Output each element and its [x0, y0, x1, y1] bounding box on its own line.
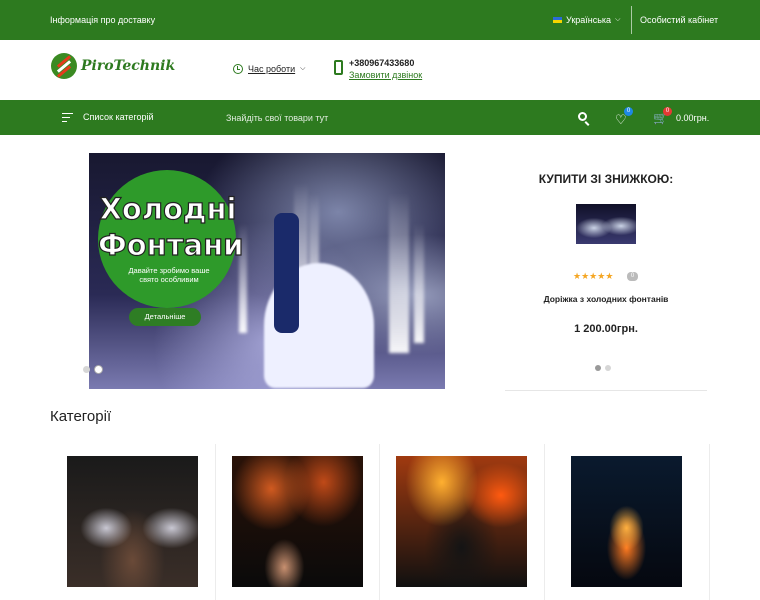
- nav-bar: Список категорій: [0, 100, 760, 135]
- language-label: Українська: [566, 15, 612, 25]
- divider: [505, 390, 707, 391]
- search-icon[interactable]: [578, 112, 587, 121]
- ukraine-flag-icon: [553, 17, 562, 23]
- divider: [631, 6, 632, 34]
- banner-title: Холодні Фонтани: [97, 191, 244, 262]
- sale-product-image[interactable]: [576, 204, 636, 244]
- cart-count-badge: 0: [663, 107, 672, 116]
- sale-product-price: 1 200.00грн.: [574, 323, 638, 335]
- cart-total[interactable]: 0.00грн.: [676, 113, 709, 123]
- fountain-spark: [389, 193, 409, 353]
- category-card[interactable]: [380, 444, 545, 600]
- star-icon: ★: [581, 271, 590, 281]
- category-image[interactable]: [396, 456, 527, 587]
- working-hours-label: Час роботи: [248, 64, 296, 74]
- callback-link[interactable]: Замовити дзвінок: [349, 70, 422, 80]
- category-card[interactable]: [545, 444, 710, 600]
- language-selector[interactable]: Українська ⌵: [553, 15, 620, 25]
- rating-stars: ★★★★★: [573, 271, 613, 282]
- star-icon: ★: [573, 271, 582, 281]
- phone-number[interactable]: +380967433680: [349, 58, 414, 68]
- chevron-down-icon: ⌵: [300, 65, 306, 72]
- review-count-badge: 0: [627, 272, 638, 281]
- wishlist-count-badge: 0: [624, 107, 633, 116]
- banner-slide-dot-1[interactable]: [83, 366, 90, 373]
- sale-slide-dot-1[interactable]: [595, 365, 601, 371]
- hero-banner[interactable]: Холодні Фонтани Давайте зробимо ваше свя…: [89, 153, 445, 389]
- header: PiroTechnik Час роботи ⌵ +380967433680 З…: [0, 40, 760, 100]
- categories-title: Категорії: [50, 408, 112, 425]
- logo-icon: [51, 53, 77, 79]
- account-link[interactable]: Особистий кабінет: [640, 15, 718, 25]
- category-image[interactable]: [67, 456, 198, 587]
- banner-details-button[interactable]: Детальніше: [129, 308, 201, 326]
- category-card[interactable]: [50, 444, 216, 600]
- categories-menu-label: Список категорій: [83, 112, 154, 122]
- category-card[interactable]: [216, 444, 380, 600]
- working-hours-dropdown[interactable]: Час роботи ⌵: [233, 64, 305, 74]
- category-image[interactable]: [571, 456, 682, 587]
- categories-menu-button[interactable]: Список категорій: [62, 112, 154, 122]
- fountain-spark: [414, 223, 424, 343]
- sale-slide-dot-2[interactable]: [605, 365, 611, 371]
- phone-icon: [334, 60, 343, 75]
- couple-groom: [274, 213, 299, 333]
- top-bar: Інформація про доставку Українська ⌵ Осо…: [0, 0, 760, 40]
- logo[interactable]: PiroTechnik: [51, 53, 175, 79]
- search-input[interactable]: [226, 108, 556, 128]
- logo-text: PiroTechnik: [81, 58, 176, 74]
- sale-title: КУПИТИ ЗІ ЗНИЖКОЮ:: [538, 172, 674, 186]
- category-image[interactable]: [232, 456, 363, 587]
- star-icon: ★: [605, 271, 614, 281]
- delivery-info-link[interactable]: Інформація про доставку: [50, 15, 155, 25]
- sale-product-name[interactable]: Доріжка з холодних фонтанів: [505, 294, 707, 304]
- banner-slide-dot-2[interactable]: [94, 365, 103, 374]
- menu-icon: [62, 112, 73, 122]
- chevron-down-icon: ⌵: [615, 16, 621, 23]
- clock-icon: [233, 64, 243, 74]
- banner-subtitle: Давайте зробимо ваше свято особливим: [128, 266, 210, 284]
